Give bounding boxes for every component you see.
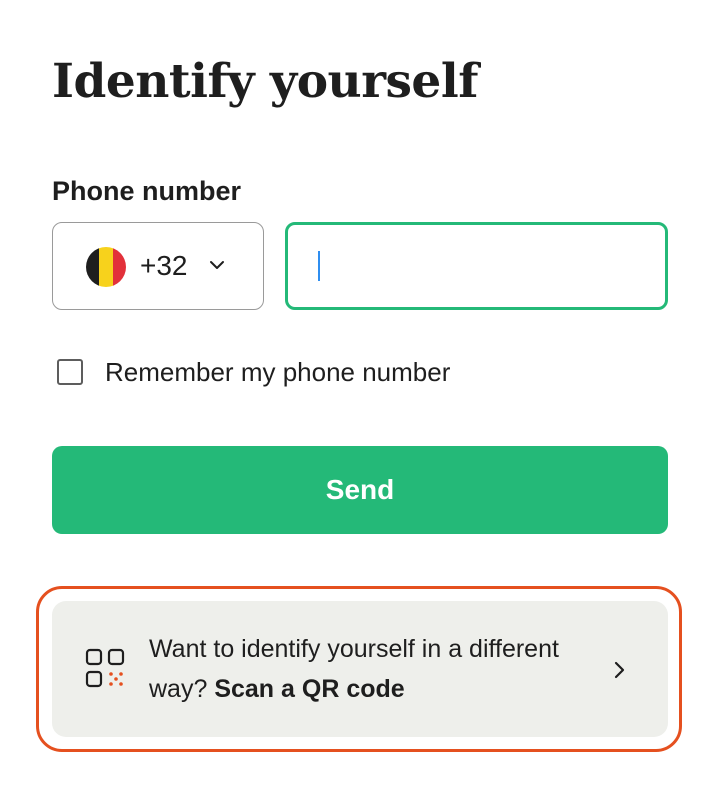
country-code-select[interactable]: +32 — [52, 222, 264, 310]
scan-qr-code-link[interactable]: Scan a QR code — [214, 675, 404, 703]
qr-code-icon — [85, 648, 125, 688]
send-button[interactable]: Send — [52, 446, 668, 534]
scan-qr-code-card[interactable]: Want to identify yourself in a different… — [52, 601, 668, 737]
belgium-flag-icon — [86, 247, 126, 287]
chevron-right-icon — [614, 661, 625, 679]
dial-code: +32 — [140, 250, 188, 281]
remember-phone-checkbox-row[interactable]: Remember my phone number — [57, 356, 450, 388]
phone-number-input[interactable] — [288, 225, 665, 307]
chevron-down-icon — [210, 261, 224, 269]
phone-input-container — [285, 222, 668, 310]
remember-phone-checkbox[interactable] — [57, 359, 83, 385]
phone-number-label: Phone number — [52, 176, 242, 206]
text-caret — [318, 251, 320, 281]
page-title: Identify yourself — [52, 54, 478, 109]
alternative-method-text: Want to identify yourself in a different… — [149, 629, 569, 709]
remember-phone-label: Remember my phone number — [105, 357, 451, 387]
